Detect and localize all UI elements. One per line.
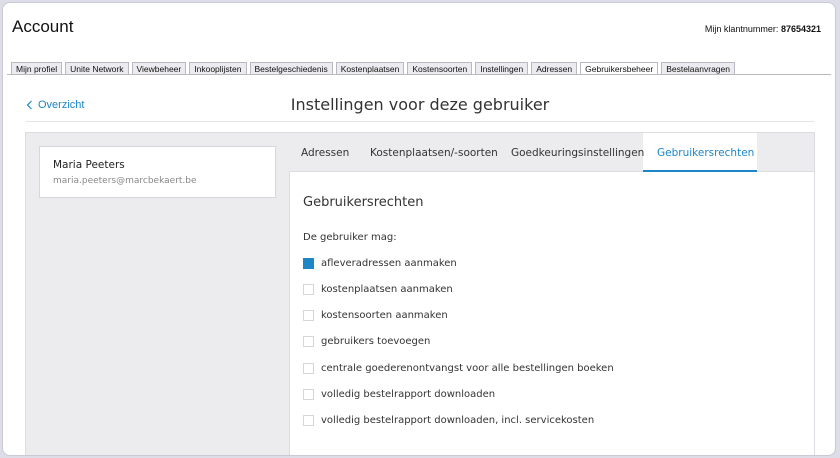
tab-adressen[interactable]: Adressen xyxy=(531,62,578,74)
user-email: maria.peeters@marcbekaert.be xyxy=(53,176,197,186)
option-label: volledig bestelrapport downloaden, incl.… xyxy=(321,414,595,426)
tab-gebruikersbeheer[interactable]: Gebruikersbeheer xyxy=(580,62,659,74)
tab-bestelaanvragen[interactable]: Bestelaanvragen xyxy=(661,62,735,74)
customer-number: Mijn klantnummer: 87654321 xyxy=(705,24,821,34)
option-label: centrale goederenontvangst voor alle bes… xyxy=(321,362,614,374)
option-kostensoorten[interactable]: kostensoorten aanmaken xyxy=(303,308,448,322)
customer-number-value: 87654321 xyxy=(780,24,821,34)
tab-unite-network[interactable]: Unite Network xyxy=(65,62,129,74)
header-divider xyxy=(26,121,814,122)
subtab-gebruikersrechten[interactable]: Gebruikersrechten xyxy=(657,147,754,159)
section-title: Gebruikersrechten xyxy=(303,195,424,210)
tab-inkooplijsten[interactable]: Inkooplijsten xyxy=(189,62,247,74)
checkbox[interactable] xyxy=(303,309,314,321)
tab-bestelgeschiedenis[interactable]: Bestelgeschiedenis xyxy=(249,62,333,74)
user-card[interactable]: Maria Peeters maria.peeters@marcbekaert.… xyxy=(39,146,276,198)
checkbox-checked[interactable] xyxy=(303,257,314,269)
tabs-divider xyxy=(7,74,831,75)
settings-panel: Maria Peeters maria.peeters@marcbekaert.… xyxy=(25,132,815,455)
tab-viewbeheer[interactable]: Viewbeheer xyxy=(131,62,187,74)
subtab-kostenplaatsen[interactable]: Kostenplaatsen/-soorten xyxy=(370,147,498,159)
option-label: gebruikers toevoegen xyxy=(321,335,431,347)
customer-number-label: Mijn klantnummer: xyxy=(704,24,779,34)
checkbox[interactable] xyxy=(303,414,314,426)
option-gebruikers-toevoegen[interactable]: gebruikers toevoegen xyxy=(303,334,430,348)
subtab-goedkeuringsinstellingen[interactable]: Goedkeuringsinstellingen xyxy=(511,147,644,159)
option-label: kostenplaatsen aanmaken xyxy=(321,283,453,295)
subtab-adressen[interactable]: Adressen xyxy=(301,147,349,159)
tab-kostenplaatsen[interactable]: Kostenplaatsen xyxy=(335,62,405,74)
checkbox[interactable] xyxy=(303,335,314,347)
tab-mijn-profiel[interactable]: Mijn profiel xyxy=(11,62,63,74)
option-label: afleveradressen aanmaken xyxy=(321,257,457,269)
app-window: Account Mijn klantnummer: 87654321 Mijn … xyxy=(2,2,836,456)
option-label: kostensoorten aanmaken xyxy=(321,309,448,321)
option-afleveradressen[interactable]: afleveradressen aanmaken xyxy=(303,256,457,270)
app-title: Account xyxy=(12,17,74,36)
user-name: Maria Peeters xyxy=(53,159,125,171)
option-goederenontvangst[interactable]: centrale goederenontvangst voor alle bes… xyxy=(303,361,614,375)
user-sidebar: Maria Peeters maria.peeters@marcbekaert.… xyxy=(26,133,290,455)
rights-intro: De gebruiker mag: xyxy=(303,232,397,243)
checkbox[interactable] xyxy=(303,362,314,374)
tab-kostensoorten[interactable]: Kostensoorten xyxy=(407,62,473,74)
option-kostenplaatsen[interactable]: kostenplaatsen aanmaken xyxy=(303,282,453,296)
checkbox[interactable] xyxy=(303,283,314,295)
sub-tabs: Adressen Kostenplaatsen/-soorten Goedkeu… xyxy=(289,133,814,172)
tab-instellingen[interactable]: Instellingen xyxy=(475,62,529,74)
checkbox[interactable] xyxy=(303,388,314,400)
option-bestelrapport-servicekosten[interactable]: volledig bestelrapport downloaden, incl.… xyxy=(303,413,594,427)
main-tabs: Mijn profiel Unite Network Viewbeheer In… xyxy=(11,62,735,74)
page-title: Instellingen voor deze gebruiker xyxy=(290,95,550,114)
option-bestelrapport[interactable]: volledig bestelrapport downloaden xyxy=(303,387,495,401)
option-label: volledig bestelrapport downloaden xyxy=(321,388,496,400)
